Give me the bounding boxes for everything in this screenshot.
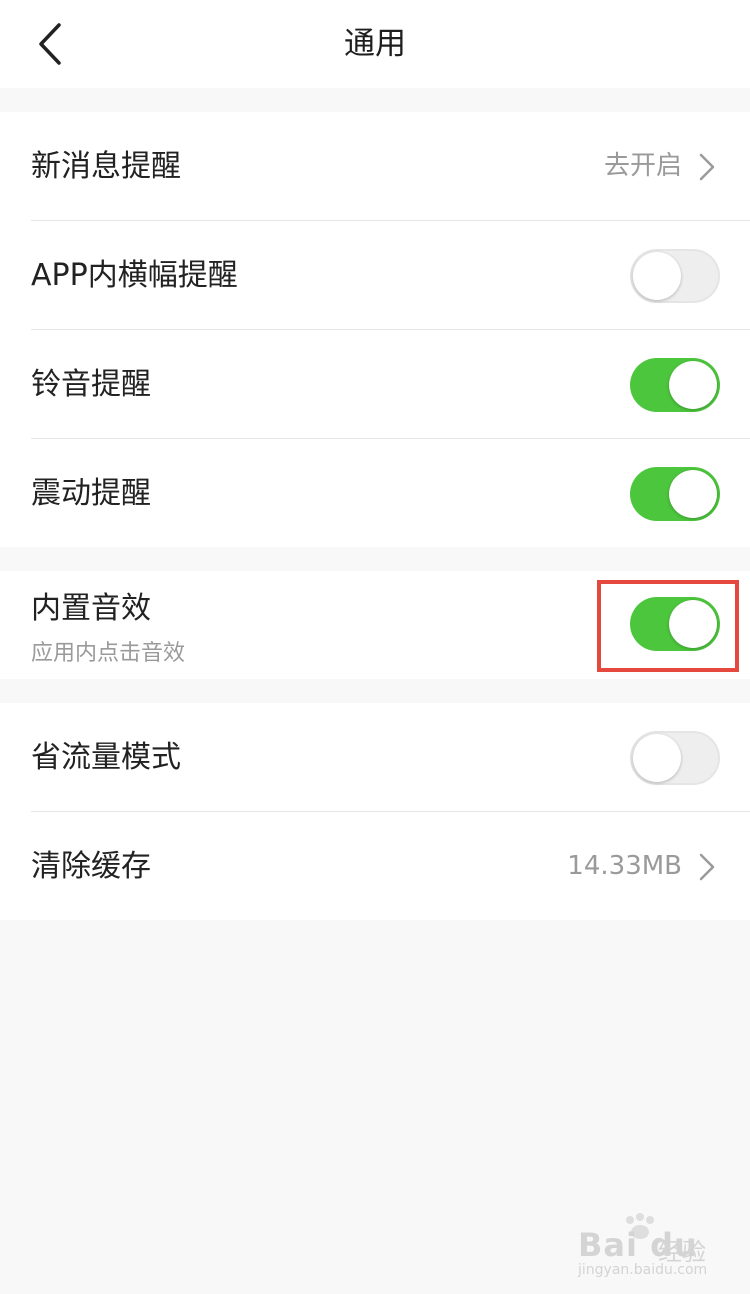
baidu-jingyan-watermark: Bai du 经验 jingyan.baidu.com (572, 1212, 722, 1284)
new-message-value: 去开启 (603, 151, 682, 181)
page-title: 通用 (344, 26, 406, 62)
cache-size-value: 14.33MB (567, 851, 682, 881)
new-message-row[interactable]: 新消息提醒 去开启 (0, 112, 750, 221)
data-saver-toggle[interactable] (630, 731, 720, 785)
toggle-knob (633, 734, 681, 782)
chevron-right-icon (699, 853, 715, 881)
highlight-annotation-box (597, 580, 739, 672)
banner-toggle[interactable] (630, 249, 720, 303)
vibration-row: 震动提醒 (0, 439, 750, 548)
data-saver-label: 省流量模式 (31, 740, 181, 775)
data-saver-row: 省流量模式 (0, 703, 750, 812)
toggle-knob (669, 361, 717, 409)
builtin-sound-label: 内置音效 (31, 591, 151, 626)
ringtone-label: 铃音提醒 (31, 367, 151, 402)
navigation-bar: 通用 (0, 0, 750, 88)
toggle-knob (633, 252, 681, 300)
ringtone-toggle[interactable] (630, 358, 720, 412)
clear-cache-row[interactable]: 清除缓存 14.33MB (0, 812, 750, 921)
notifications-group: 新消息提醒 去开启 APP内横幅提醒 铃音提醒 震动提醒 (0, 112, 750, 547)
data-group: 省流量模式 清除缓存 14.33MB (0, 703, 750, 920)
banner-row: APP内横幅提醒 (0, 221, 750, 330)
ringtone-row: 铃音提醒 (0, 330, 750, 439)
settings-general-page: 通用 新消息提醒 去开启 APP内横幅提醒 铃音提醒 震动提醒 内置音效 应用内… (0, 0, 750, 1294)
new-message-label: 新消息提醒 (31, 149, 181, 184)
watermark-url: jingyan.baidu.com (578, 1262, 708, 1278)
banner-label: APP内横幅提醒 (31, 258, 238, 293)
builtin-sound-sublabel: 应用内点击音效 (31, 641, 186, 666)
vibration-label: 震动提醒 (31, 476, 151, 511)
vibration-toggle[interactable] (630, 467, 720, 521)
chevron-right-icon (699, 153, 715, 181)
toggle-knob (669, 470, 717, 518)
clear-cache-label: 清除缓存 (31, 849, 151, 884)
